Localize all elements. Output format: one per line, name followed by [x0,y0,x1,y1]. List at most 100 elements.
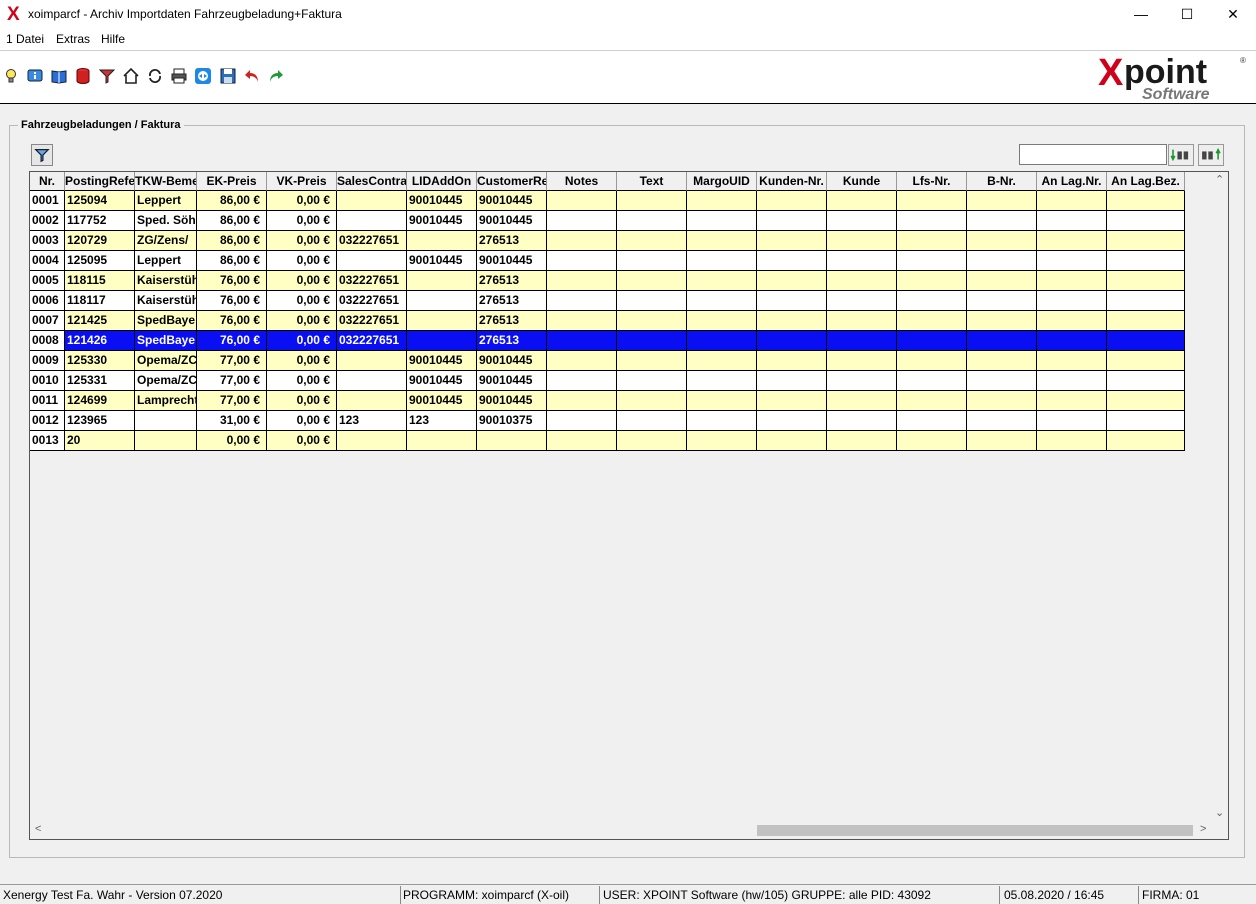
scroll-right-icon[interactable]: > [1200,823,1206,835]
scroll-down-icon[interactable]: ⌄ [1215,806,1224,819]
table-cell[interactable] [827,251,897,271]
table-cell[interactable] [827,271,897,291]
table-cell[interactable] [1037,291,1107,311]
table-cell[interactable]: 123 [337,411,407,431]
table-cell[interactable] [827,331,897,351]
table-cell[interactable] [1107,311,1185,331]
table-cell[interactable] [1107,211,1185,231]
table-row[interactable]: 0005 118115 Kaiserstüh 76,00 €0,00 €0322276… [30,271,1185,291]
table-cell[interactable]: 276513 [477,311,547,331]
table-cell[interactable]: 0,00 € [267,231,337,251]
table-cell[interactable] [897,291,967,311]
table-cell[interactable] [967,311,1037,331]
table-cell[interactable]: Kaiserstüh [135,271,197,291]
table-cell[interactable]: 0,00 € [267,211,337,231]
table-cell[interactable]: 0,00 € [267,251,337,271]
table-cell[interactable] [1107,391,1185,411]
table-cell[interactable] [827,411,897,431]
table-cell[interactable]: 0013 [30,431,65,451]
table-cell[interactable] [897,311,967,331]
table-cell[interactable] [547,211,617,231]
table-cell[interactable] [967,231,1037,251]
table-cell[interactable] [757,311,827,331]
table-cell[interactable] [967,391,1037,411]
table-cell[interactable]: 86,00 € [197,191,267,211]
table-cell[interactable]: 121425 [65,311,135,331]
column-header[interactable]: An Lag.Bez. [1107,172,1185,191]
table-cell[interactable]: 032227651 [337,271,407,291]
table-cell[interactable] [407,231,477,251]
column-header[interactable]: PostingRefe [65,172,135,191]
table-cell[interactable] [757,291,827,311]
table-cell[interactable]: 90010445 [477,211,547,231]
table-cell[interactable]: 123 [407,411,477,431]
table-cell[interactable] [897,271,967,291]
table-row[interactable]: 0013 20 0,00 €0,00 € [30,431,1185,451]
table-cell[interactable] [757,331,827,351]
table-cell[interactable] [897,211,967,231]
table-row[interactable]: 0007 121425 SpedBaye 76,00 €0,00 €032227651… [30,311,1185,331]
table-cell[interactable]: SpedBaye [135,331,197,351]
table-cell[interactable]: 0004 [30,251,65,271]
table-cell[interactable] [337,211,407,231]
table-row[interactable]: 0001 125094 Leppert 86,00 €0,00 € 90010445 90… [30,191,1185,211]
table-cell[interactable] [757,271,827,291]
table-cell[interactable]: 90010445 [477,371,547,391]
table-cell[interactable] [547,231,617,251]
table-cell[interactable] [617,391,687,411]
table-cell[interactable] [547,351,617,371]
table-cell[interactable] [617,271,687,291]
column-header[interactable]: Text [617,172,687,191]
menu-datei[interactable]: 1 Datei [6,32,44,46]
table-cell[interactable]: 76,00 € [197,291,267,311]
table-cell[interactable] [967,411,1037,431]
table-cell[interactable]: 125330 [65,351,135,371]
table-cell[interactable]: 0003 [30,231,65,251]
scroll-left-icon[interactable]: < [35,823,41,835]
table-cell[interactable] [1107,251,1185,271]
table-cell[interactable] [1107,371,1185,391]
table-cell[interactable]: 0009 [30,351,65,371]
table-cell[interactable]: 0,00 € [267,391,337,411]
table-cell[interactable] [687,331,757,351]
table-cell[interactable] [617,331,687,351]
table-cell[interactable] [757,391,827,411]
table-cell[interactable] [1037,391,1107,411]
column-header[interactable]: Lfs-Nr. [897,172,967,191]
table-cell[interactable] [1107,271,1185,291]
table-cell[interactable] [1107,431,1185,451]
printer-icon[interactable] [169,66,189,86]
table-row[interactable]: 0009 125330 Opema/ZC 77,00 €0,00 € 90010445 9… [30,351,1185,371]
table-row[interactable]: 0003 120729 ZG/Zens/86,00 €0,00 €032227651… [30,231,1185,251]
table-cell[interactable] [547,331,617,351]
table-cell[interactable] [1037,231,1107,251]
table-cell[interactable] [897,371,967,391]
table-cell[interactable]: Leppert [135,251,197,271]
table-cell[interactable]: 032227651 [337,291,407,311]
table-cell[interactable]: 0011 [30,391,65,411]
table-cell[interactable] [687,231,757,251]
table-cell[interactable] [337,391,407,411]
table-cell[interactable] [407,331,477,351]
column-header[interactable]: SalesContra [337,172,407,191]
column-header[interactable]: Kunden-Nr. [757,172,827,191]
table-cell[interactable]: 121426 [65,331,135,351]
table-cell[interactable] [897,191,967,211]
table-cell[interactable] [617,431,687,451]
table-cell[interactable] [897,391,967,411]
search-up-button[interactable] [1198,144,1224,166]
table-row[interactable]: 0010 125331 Opema/ZC 77,00 €0,00 € 90010445 9… [30,371,1185,391]
table-cell[interactable] [407,431,477,451]
title-bar[interactable]: X xoimparcf - Archiv Importdaten Fahrzeu… [0,0,1256,30]
table-cell[interactable]: 0012 [30,411,65,431]
table-cell[interactable] [757,351,827,371]
column-header[interactable]: MargoUID [687,172,757,191]
column-header[interactable]: LIDAddOn [407,172,477,191]
table-cell[interactable] [547,391,617,411]
table-cell[interactable]: 90010445 [407,211,477,231]
table-cell[interactable]: 90010375 [477,411,547,431]
table-cell[interactable] [547,411,617,431]
table-row[interactable]: 0011 124699 Lamprecht 77,00 €0,00 € 90010445… [30,391,1185,411]
table-cell[interactable]: 77,00 € [197,391,267,411]
table-cell[interactable] [967,371,1037,391]
